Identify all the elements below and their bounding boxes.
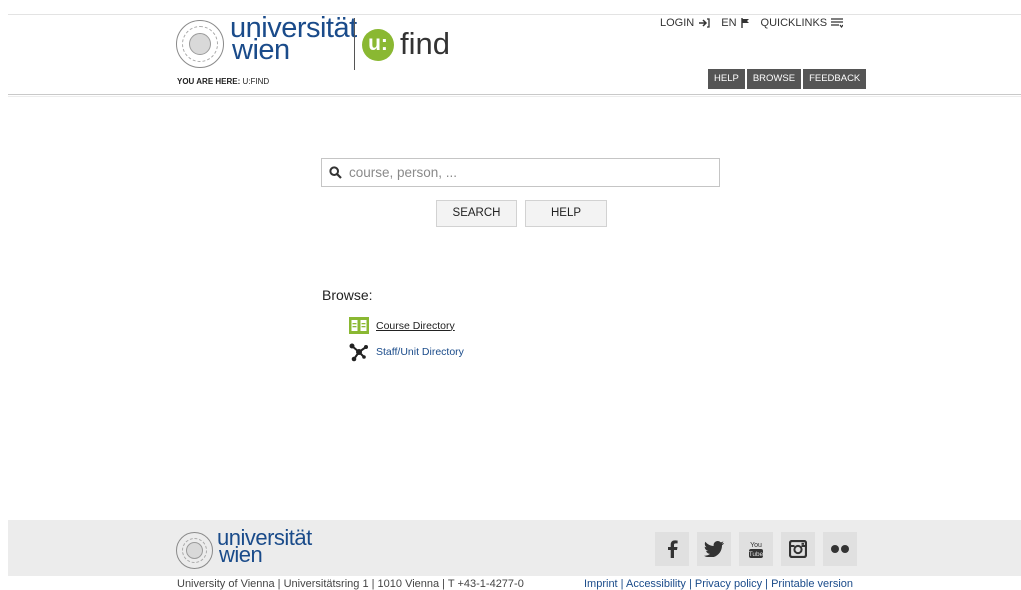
login-link[interactable]: LOGIN [660,17,710,29]
flickr-icon [831,545,849,553]
login-arrow-icon [699,18,710,28]
university-wordmark: universität wien [230,12,357,66]
flickr-link[interactable] [823,532,857,566]
breadcrumb-current: U:FIND [242,77,270,86]
top-navigation: LOGIN EN QUICKLINKS [660,17,854,29]
breadcrumb: YOU ARE HERE: U:FIND [177,77,269,86]
university-seal-icon [176,20,224,68]
footer-wordmark: universität wien [217,525,312,567]
language-switch[interactable]: EN [721,17,749,29]
search-input[interactable] [347,164,691,181]
social-links: You Tube [647,532,857,566]
breadcrumb-label: YOU ARE HERE: [177,77,241,86]
header-tabs: HELP BROWSE FEEDBACK [708,69,868,89]
footer [8,520,1021,576]
browse-item-staff-directory[interactable]: Staff/Unit Directory [349,342,464,362]
facebook-icon [668,540,678,558]
instagram-link[interactable] [781,532,815,566]
footer-address: University of Vienna | Universitätsring … [177,578,524,590]
ufind-badge-icon: u: [362,29,394,61]
twitter-icon [704,541,724,557]
header-divider [8,94,1021,95]
flag-icon [740,18,749,28]
tab-browse[interactable]: BROWSE [746,69,802,89]
tab-help[interactable]: HELP [708,69,745,89]
logo-divider [354,18,355,70]
browse-item-course-directory[interactable]: Course Directory [349,317,455,334]
tab-feedback[interactable]: FEEDBACK [803,69,867,89]
svg-text:Tube: Tube [749,551,764,558]
browse-heading: Browse: [322,287,373,303]
search-button[interactable]: SEARCH [436,200,517,227]
ufind-wordmark: find [400,26,450,61]
twitter-link[interactable] [697,532,731,566]
facebook-link[interactable] [655,532,689,566]
youtube-icon: You Tube [749,542,764,558]
instagram-icon [789,540,807,558]
staff-directory-link[interactable]: Staff/Unit Directory [376,346,464,358]
header-shadow [8,96,1021,97]
course-directory-link[interactable]: Course Directory [376,320,455,332]
help-button[interactable]: HELP [525,200,607,227]
network-icon [349,343,368,362]
quicklinks-icon [831,18,844,28]
footer-links[interactable]: Imprint | Accessibility | Privacy policy… [584,578,853,590]
quicklinks-menu[interactable]: QUICKLINKS [761,17,844,29]
page-header: universität wien u: find YOU ARE HERE: U… [0,0,1021,97]
svg-text:You: You [750,542,762,549]
footer-seal-icon [176,532,213,569]
book-icon [349,317,369,334]
youtube-link[interactable]: You Tube [739,532,773,566]
search-box[interactable] [321,158,720,187]
search-icon [329,166,342,179]
